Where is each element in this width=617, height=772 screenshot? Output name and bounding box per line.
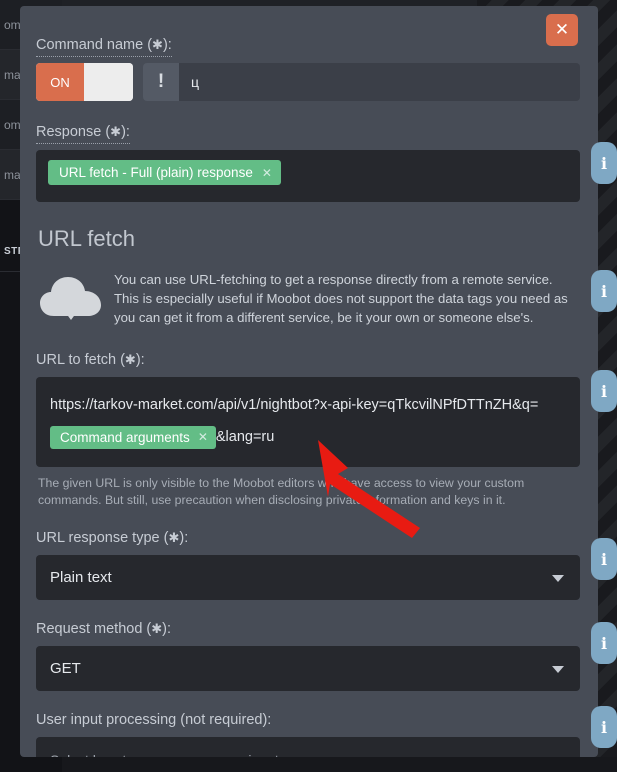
response-tag-input[interactable]: URL fetch - Full (plain) response ✕ (36, 150, 580, 202)
url-to-fetch-label: URL to fetch (✱): (36, 352, 145, 371)
info-tab-response[interactable]: i (591, 142, 617, 184)
cloud-download-icon (38, 270, 104, 327)
info-tab-response-type[interactable]: i (591, 538, 617, 580)
request-method-select-wrap: GET (36, 646, 580, 691)
url-response-type-select-wrap: Plain text (36, 555, 580, 600)
required-asterisk-icon: ✱ (125, 353, 136, 368)
required-asterisk-icon: ✱ (151, 622, 162, 637)
command-name-label: Command name (✱): (36, 37, 172, 57)
toggle-knob (84, 63, 133, 101)
response-tag-label: URL fetch - Full (plain) response (59, 165, 253, 180)
url-text-part-1: https://tarkov-market.com/api/v1/nightbo… (50, 397, 538, 413)
command-arguments-tag-label: Command arguments (60, 430, 190, 445)
url-response-type-label: URL response type (✱): (36, 530, 188, 549)
info-tab-url-fetch[interactable]: i (591, 270, 617, 312)
required-asterisk-icon: ✱ (168, 531, 179, 546)
modal-body: Command name (✱): ON ! Response (✱): URL… (20, 6, 598, 757)
info-tab-request-method[interactable]: i (591, 622, 617, 664)
user-input-processing-select[interactable]: Select how to process any user input... (36, 737, 580, 757)
url-privacy-help-text: The given URL is only visible to the Moo… (38, 475, 578, 509)
section-title-url-fetch: URL fetch (38, 226, 580, 252)
url-response-type-field-group: URL response type (✱): Plain text (36, 529, 580, 600)
response-label: Response (✱): (36, 124, 130, 144)
command-enabled-toggle[interactable]: ON (36, 63, 133, 101)
remove-tag-icon[interactable]: ✕ (198, 430, 208, 444)
required-asterisk-icon: ✱ (110, 125, 121, 140)
url-fetch-description: You can use URL-fetching to get a respon… (36, 270, 580, 327)
required-asterisk-icon: ✱ (152, 38, 163, 53)
command-name-input[interactable] (179, 63, 580, 101)
table-cell: ma (4, 168, 21, 182)
table-cell: ma (4, 68, 21, 82)
request-method-select[interactable]: GET (36, 646, 580, 691)
command-name-field-group: Command name (✱): ON ! (36, 36, 580, 101)
command-arguments-tag[interactable]: Command arguments ✕ (50, 426, 216, 449)
user-input-processing-field-group: User input processing (not required): Se… (36, 711, 580, 757)
info-tab-url-to-fetch[interactable]: i (591, 370, 617, 412)
user-input-processing-select-wrap: Select how to process any user input... (36, 737, 580, 757)
response-field-group: Response (✱): URL fetch - Full (plain) r… (36, 123, 580, 202)
url-response-type-select[interactable]: Plain text (36, 555, 580, 600)
command-name-row: ON ! (36, 63, 580, 101)
response-tag[interactable]: URL fetch - Full (plain) response ✕ (48, 160, 281, 185)
close-icon[interactable]: ✕ (546, 14, 578, 46)
edit-command-modal: ✕ Command name (✱): ON ! Response (✱): U… (20, 6, 598, 757)
request-method-label: Request method (✱): (36, 621, 171, 640)
request-method-field-group: Request method (✱): GET (36, 620, 580, 691)
url-fetch-description-text: You can use URL-fetching to get a respon… (104, 270, 580, 327)
toggle-on-label: ON (36, 63, 84, 101)
command-prefix-label: ! (143, 63, 179, 101)
url-text-part-2: &lang=ru (216, 429, 274, 445)
info-tab-user-input[interactable]: i (591, 706, 617, 748)
user-input-processing-label: User input processing (not required): (36, 712, 271, 731)
url-to-fetch-field-group: URL to fetch (✱): https://tarkov-market.… (36, 351, 580, 509)
url-to-fetch-input[interactable]: https://tarkov-market.com/api/v1/nightbo… (36, 377, 580, 467)
remove-tag-icon[interactable]: ✕ (262, 166, 272, 180)
